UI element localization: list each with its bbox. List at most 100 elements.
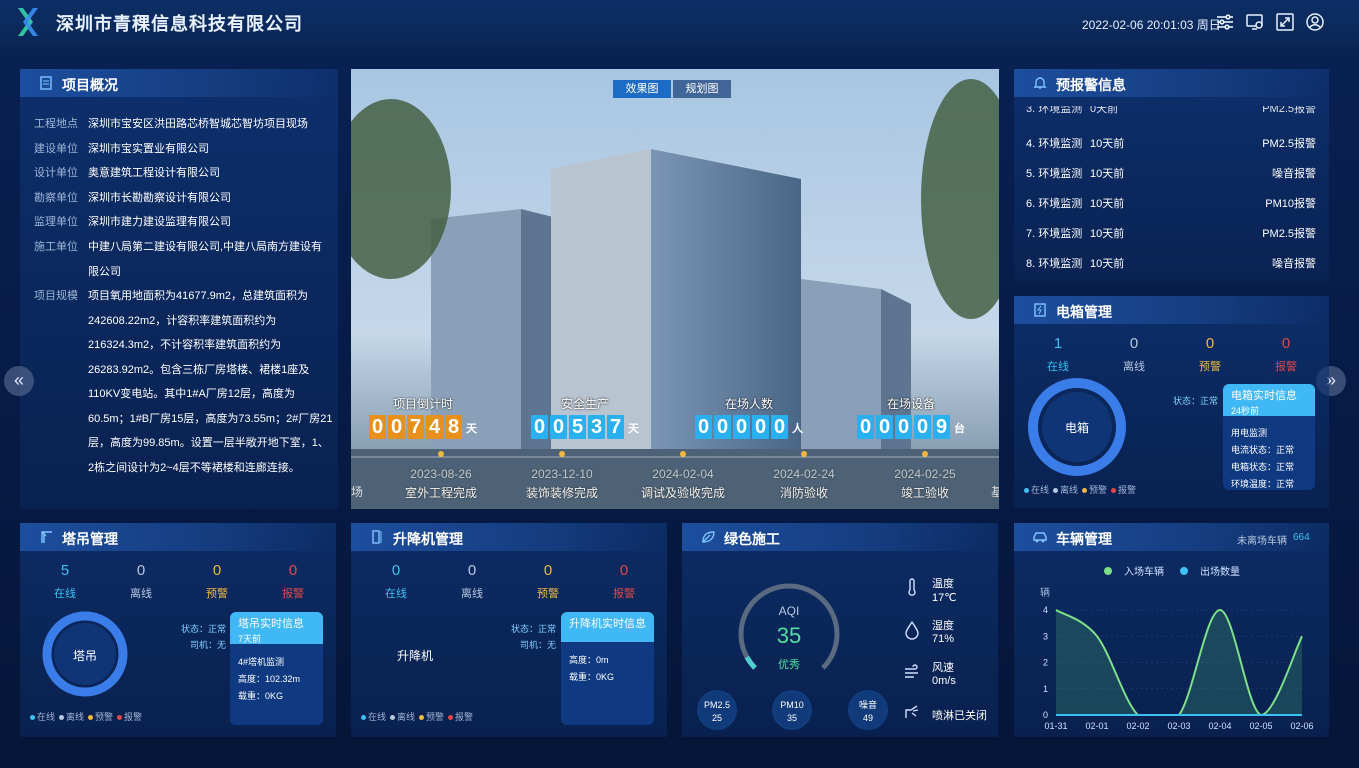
stat-item: 0 在线 <box>371 562 421 601</box>
fullscreen-icon[interactable] <box>1275 12 1295 32</box>
alert-type: PM2.5报警 <box>1262 138 1316 150</box>
alert-row[interactable]: 3. 环境监测 0天前 PM2.5报警 <box>1026 106 1316 118</box>
bubble-key: 噪音 <box>858 700 877 710</box>
alert-time: 10天前 <box>1090 138 1125 150</box>
counter-digit: 8 <box>445 415 462 439</box>
view-tabs: 效果图 规划图 <box>613 79 733 98</box>
timeline-label: 室外工程完成 <box>404 486 477 500</box>
stat-number: 0 <box>543 562 553 579</box>
tower-ring-label: 塔吊 <box>72 649 97 663</box>
project-render-view: 效果图 规划图 项目倒计时 0 0 7 4 8 天安全生产 0 0 5 3 7 天在场人数 0 0 0 0 0 人在场… <box>351 69 999 509</box>
panel-title: 塔吊管理 <box>62 531 118 547</box>
tower-legend: 在线 离线 预警 报警 <box>30 710 146 723</box>
legend-label: 在线 <box>1031 485 1050 495</box>
tower-realtime-card[interactable]: 塔吊实时信息 7天前 4#塔机监测 高度：102.32m 载重：0KG <box>230 612 323 725</box>
counter-unit: 天 <box>628 423 639 435</box>
legend-label: 预警 <box>426 712 445 722</box>
info-value: 深圳市宝实置业有限公司 <box>88 143 209 155</box>
alert-row[interactable]: 6. 环境监测 10天前 PM10报警 <box>1026 195 1316 215</box>
legend-item: 离线 <box>59 712 84 722</box>
legend-label: 入场车辆 <box>1124 565 1164 578</box>
env-temp-key: 温度 <box>932 578 954 590</box>
legend-item: 报警 <box>117 712 142 722</box>
stat-number: 0 <box>1129 335 1139 352</box>
leaf-icon <box>702 531 715 543</box>
legend-dot <box>88 715 94 721</box>
timeline-date: 2023-12-10 <box>531 467 593 481</box>
y-tick-label: 2 <box>1043 658 1048 668</box>
electric-realtime-card[interactable]: 电箱实时信息 24秒前 用电监测 电流状态：正常 电箱状态：正常 环境温度：正常 <box>1223 384 1315 490</box>
stat-number: 0 <box>619 562 629 579</box>
aqi-level: 优秀 <box>778 659 800 671</box>
x-tick-label: 02-01 <box>1085 721 1108 731</box>
electric-ring-label: 电箱 <box>1064 421 1089 435</box>
timeline-dot <box>438 451 444 457</box>
lift-realtime-card[interactable]: 升降机实时信息 高度：0m 载重：0KG <box>561 612 654 725</box>
panel-title: 升降机管理 <box>393 531 463 547</box>
x-tick-label: 02-04 <box>1208 721 1231 731</box>
alert-row[interactable]: 8. 环境监测 10天前 噪音报警 <box>1026 255 1316 275</box>
project-overview-panel: 项目概况 工程地点 深圳市宝安区洪田路芯桥智城芯智坊项目现场 建设单位 深圳市宝实置… <box>20 69 338 509</box>
tab-effect[interactable]: 效果图 <box>613 80 671 98</box>
stat-item: 0 离线 <box>1109 335 1159 374</box>
legend-label: 在线 <box>368 712 387 722</box>
info-value: 深圳市宝安区洪田路芯桥智城芯智坊项目现场 <box>88 118 308 130</box>
lift-legend: 在线 离线 预警 报警 <box>361 710 477 723</box>
legend-item: 在线 <box>361 712 386 722</box>
panel-header: 绿色施工 <box>682 523 998 551</box>
legend-item: 离线 <box>1053 485 1078 495</box>
alert-row[interactable]: 4. 环境监测 10天前 PM2.5报警 <box>1026 135 1316 155</box>
timeline-item: 2024-02-25 竣工验收 <box>875 451 975 501</box>
settings-sliders-icon[interactable] <box>1215 12 1235 32</box>
legend-dot <box>419 715 425 721</box>
counter-digit: 0 <box>369 415 386 439</box>
stat-item: 0 报警 <box>599 562 649 601</box>
counter-digit: 0 <box>771 415 788 439</box>
card-line: 4#塔机监测 <box>238 657 285 667</box>
stat-number: 0 <box>136 562 146 579</box>
aqi-value: 35 <box>776 623 802 648</box>
counter-unit: 天 <box>466 423 477 435</box>
tab-plan[interactable]: 规划图 <box>673 80 731 98</box>
panel-title: 项目概况 <box>62 77 118 93</box>
lift-driver: 司机：无 <box>520 640 557 650</box>
info-key: 监理单位 <box>34 216 78 228</box>
alert-row[interactable]: 7. 环境监测 10天前 PM2.5报警 <box>1026 225 1316 245</box>
counter-digit: 5 <box>569 415 586 439</box>
x-tick-label: 01-31 <box>1044 721 1067 731</box>
legend-item: 离线 <box>390 712 415 722</box>
monitor-settings-icon[interactable] <box>1245 12 1265 32</box>
pm10-bubble: PM10 35 <box>772 690 812 730</box>
counter-digit: 3 <box>588 415 605 439</box>
legend-dot <box>390 715 396 721</box>
info-value: 深圳市建力建设监理有限公司 <box>88 216 231 228</box>
series-area-in <box>1056 610 1302 715</box>
user-profile-icon[interactable] <box>1305 12 1325 32</box>
legend-label: 离线 <box>397 712 416 722</box>
timeline-label: 消防验收 <box>779 486 828 500</box>
counter: 在场人数 0 0 0 0 0 人 <box>695 395 803 439</box>
thermometer-icon <box>908 578 916 596</box>
panel-header: 升降机管理 <box>351 523 667 551</box>
lift-status: 状态：正常 <box>511 624 557 634</box>
info-value: 深圳市长勘勘察设计有限公司 <box>88 192 231 204</box>
legend-label: 离线 <box>1060 485 1079 495</box>
counter-digits: 00009台 <box>857 415 965 439</box>
humidity-icon <box>905 620 919 640</box>
counter-digits: 00748天 <box>369 415 477 439</box>
env-humidity-key: 湿度 <box>932 620 954 632</box>
counter-digit: 0 <box>550 415 567 439</box>
card-line: 载重：0KG <box>569 672 615 682</box>
legend-label: 出场数量 <box>1200 565 1240 578</box>
counter-label: 安全生产 <box>560 397 609 411</box>
stat-number: 0 <box>1205 335 1215 352</box>
bubble-key: PM10 <box>780 700 804 710</box>
bubble-key: PM2.5 <box>703 700 730 710</box>
alert-row[interactable]: 5. 环境监测 10天前 噪音报警 <box>1026 165 1316 185</box>
legend-label: 预警 <box>1089 485 1108 495</box>
stat-number: 1 <box>1053 335 1063 352</box>
timeline-dot <box>801 451 807 457</box>
prev-arrow-button[interactable]: « <box>4 366 34 396</box>
stat-item: 0 离线 <box>116 562 166 601</box>
legend-dot <box>448 715 454 721</box>
